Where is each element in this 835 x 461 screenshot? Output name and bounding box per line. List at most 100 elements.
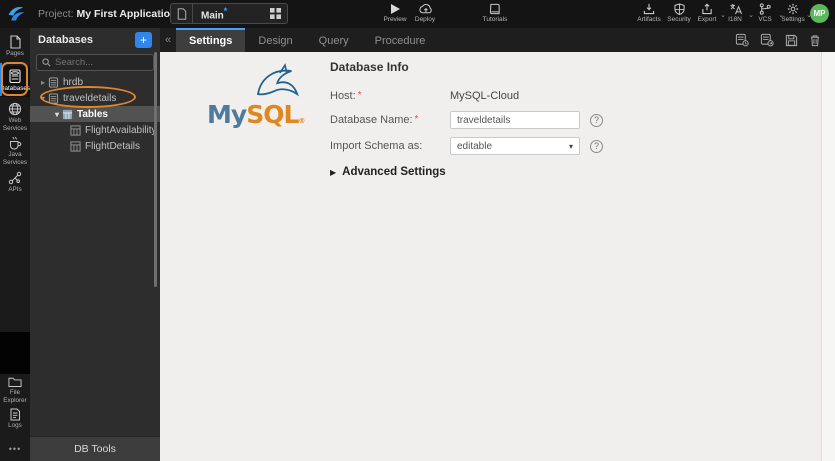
user-avatar[interactable]: MP bbox=[810, 4, 829, 23]
mysql-dolphin-icon bbox=[256, 63, 299, 97]
sidebar-spacer bbox=[0, 332, 30, 374]
page-selector-value: Main* bbox=[201, 5, 228, 22]
editor-tab-bar: « Settings Design Query Procedure bbox=[160, 28, 835, 52]
reimport-database-icon[interactable] bbox=[735, 33, 749, 47]
save-icon[interactable] bbox=[785, 34, 798, 47]
database-tree: ▸ hrdb ▾ traveldetails ▾ Tables FlightAv… bbox=[30, 74, 160, 154]
caret-right-icon: ▶ bbox=[330, 167, 337, 177]
log-file-icon bbox=[10, 408, 20, 421]
more-options-button[interactable]: ••• bbox=[0, 444, 30, 454]
top-bar: Project: My First Application › Main* Pr… bbox=[0, 0, 835, 28]
import-schema-row: Import Schema as: editable ▾ ? bbox=[330, 136, 800, 156]
tree-item-traveldetails[interactable]: ▾ traveldetails bbox=[30, 90, 160, 106]
database-icon bbox=[48, 76, 59, 88]
table-icon bbox=[70, 140, 81, 152]
gear-icon bbox=[787, 3, 799, 15]
tree-item-label: hrdb bbox=[63, 76, 84, 88]
import-schema-label: Import Schema as: bbox=[330, 140, 423, 152]
globe-icon bbox=[8, 102, 22, 116]
help-icon[interactable]: ? bbox=[590, 113, 603, 127]
tab-query[interactable]: Query bbox=[306, 28, 362, 52]
download-tray-icon bbox=[643, 3, 655, 15]
required-mark: * bbox=[414, 114, 419, 125]
tree-item-flightavailability[interactable]: FlightAvailability bbox=[30, 122, 160, 138]
sidebar-item-databases[interactable]: Databases bbox=[0, 66, 30, 97]
page-selector[interactable]: Main* bbox=[170, 3, 288, 24]
search-icon bbox=[42, 58, 51, 67]
caret-collapsed-icon[interactable]: ▸ bbox=[38, 78, 48, 87]
host-label: Host: * bbox=[330, 90, 362, 102]
preview-button[interactable]: Preview bbox=[378, 3, 412, 23]
sidebar-item-logs[interactable]: Logs bbox=[0, 408, 30, 430]
advanced-settings-toggle[interactable]: ▶ Advanced Settings bbox=[330, 166, 446, 178]
import-schema-select[interactable]: editable ▾ bbox=[450, 137, 580, 155]
sidebar-item-java-services[interactable]: Java Services bbox=[0, 136, 30, 167]
grid-view-icon[interactable] bbox=[263, 8, 287, 19]
tab-design[interactable]: Design bbox=[245, 28, 305, 52]
database-name-input[interactable] bbox=[450, 111, 580, 129]
page-icon bbox=[171, 4, 193, 23]
caret-expanded-icon[interactable]: ▾ bbox=[38, 94, 48, 103]
caret-expanded-icon[interactable]: ▾ bbox=[52, 110, 62, 119]
shield-icon bbox=[673, 3, 685, 15]
databases-panel: Databases + ▸ hrdb ▾ tr bbox=[30, 28, 160, 461]
panel-scrollbar[interactable] bbox=[154, 52, 157, 287]
tree-item-hrdb[interactable]: ▸ hrdb bbox=[30, 74, 160, 90]
tab-settings[interactable]: Settings bbox=[176, 28, 246, 52]
translate-icon bbox=[729, 3, 742, 15]
sidebar-item-file-explorer[interactable]: File Explorer bbox=[0, 376, 30, 405]
tree-item-label: Tables bbox=[77, 108, 108, 120]
delete-icon[interactable] bbox=[809, 34, 821, 47]
tree-item-tables[interactable]: ▾ Tables bbox=[30, 106, 160, 122]
play-icon bbox=[391, 4, 400, 14]
artifacts-button[interactable]: Artifacts bbox=[632, 3, 666, 23]
coffee-cup-icon bbox=[10, 136, 22, 150]
export-icon bbox=[702, 3, 712, 15]
add-database-button[interactable]: + bbox=[135, 31, 152, 48]
tab-procedure[interactable]: Procedure bbox=[362, 28, 439, 52]
help-icon[interactable]: ? bbox=[590, 139, 603, 153]
tree-item-flightdetails[interactable]: FlightDetails bbox=[30, 138, 160, 154]
active-indicator bbox=[0, 63, 2, 96]
wavemaker-logo-icon[interactable] bbox=[4, 3, 28, 25]
cloud-upload-icon bbox=[418, 4, 432, 14]
tables-folder-icon bbox=[62, 109, 73, 120]
panel-search[interactable] bbox=[36, 54, 154, 71]
unsaved-mark: * bbox=[223, 5, 228, 16]
project-label: Project: bbox=[38, 8, 74, 20]
databases-icon bbox=[9, 69, 21, 84]
sidebar-item-apis[interactable]: APIs bbox=[0, 171, 30, 194]
table-icon bbox=[70, 124, 81, 136]
app-window: Project: My First Application › Main* Pr… bbox=[0, 0, 835, 461]
tree-item-label: FlightDetails bbox=[85, 140, 141, 152]
collapse-panel-button[interactable]: « bbox=[160, 28, 176, 52]
search-input[interactable] bbox=[55, 57, 145, 68]
settings-button[interactable]: Settings ⌄ bbox=[776, 3, 812, 23]
database-name-row: Database Name:* ? bbox=[330, 110, 800, 130]
deploy-button[interactable]: Deploy bbox=[408, 3, 442, 23]
content-scrollbar[interactable] bbox=[821, 52, 835, 461]
sidebar-item-pages[interactable]: Pages bbox=[0, 35, 30, 58]
left-sidebar: Pages Databases Web Services Java Servic… bbox=[0, 28, 30, 461]
mysql-wordmark: MySQL® bbox=[207, 100, 306, 129]
host-row: Host: * MySQL-Cloud bbox=[330, 86, 800, 106]
tutorials-button[interactable]: Tutorials bbox=[478, 3, 512, 23]
book-icon bbox=[489, 3, 500, 15]
tree-item-label: traveldetails bbox=[63, 92, 117, 104]
update-database-icon[interactable] bbox=[760, 33, 774, 47]
chevron-right-icon: › bbox=[157, 6, 161, 20]
panel-header: Databases + bbox=[30, 28, 160, 51]
settings-content: MySQL® Database Info Host: * MySQL-Cloud … bbox=[160, 52, 835, 461]
project-name: My First Application bbox=[76, 8, 177, 20]
database-info-form: Database Info Host: * MySQL-Cloud Databas… bbox=[330, 60, 660, 178]
host-value: MySQL-Cloud bbox=[450, 90, 520, 102]
project-breadcrumb: Project: My First Application bbox=[38, 8, 176, 20]
panel-title: Databases bbox=[38, 33, 94, 46]
caret-down-icon: ▾ bbox=[568, 141, 573, 151]
mysql-logo: MySQL® bbox=[202, 60, 317, 132]
sidebar-item-web-services[interactable]: Web Services bbox=[0, 102, 30, 133]
db-tools-button[interactable]: DB Tools bbox=[30, 436, 160, 461]
select-value: editable bbox=[457, 140, 493, 152]
required-mark: * bbox=[357, 90, 362, 101]
i18n-button[interactable]: I18N ⌄ bbox=[718, 3, 754, 23]
